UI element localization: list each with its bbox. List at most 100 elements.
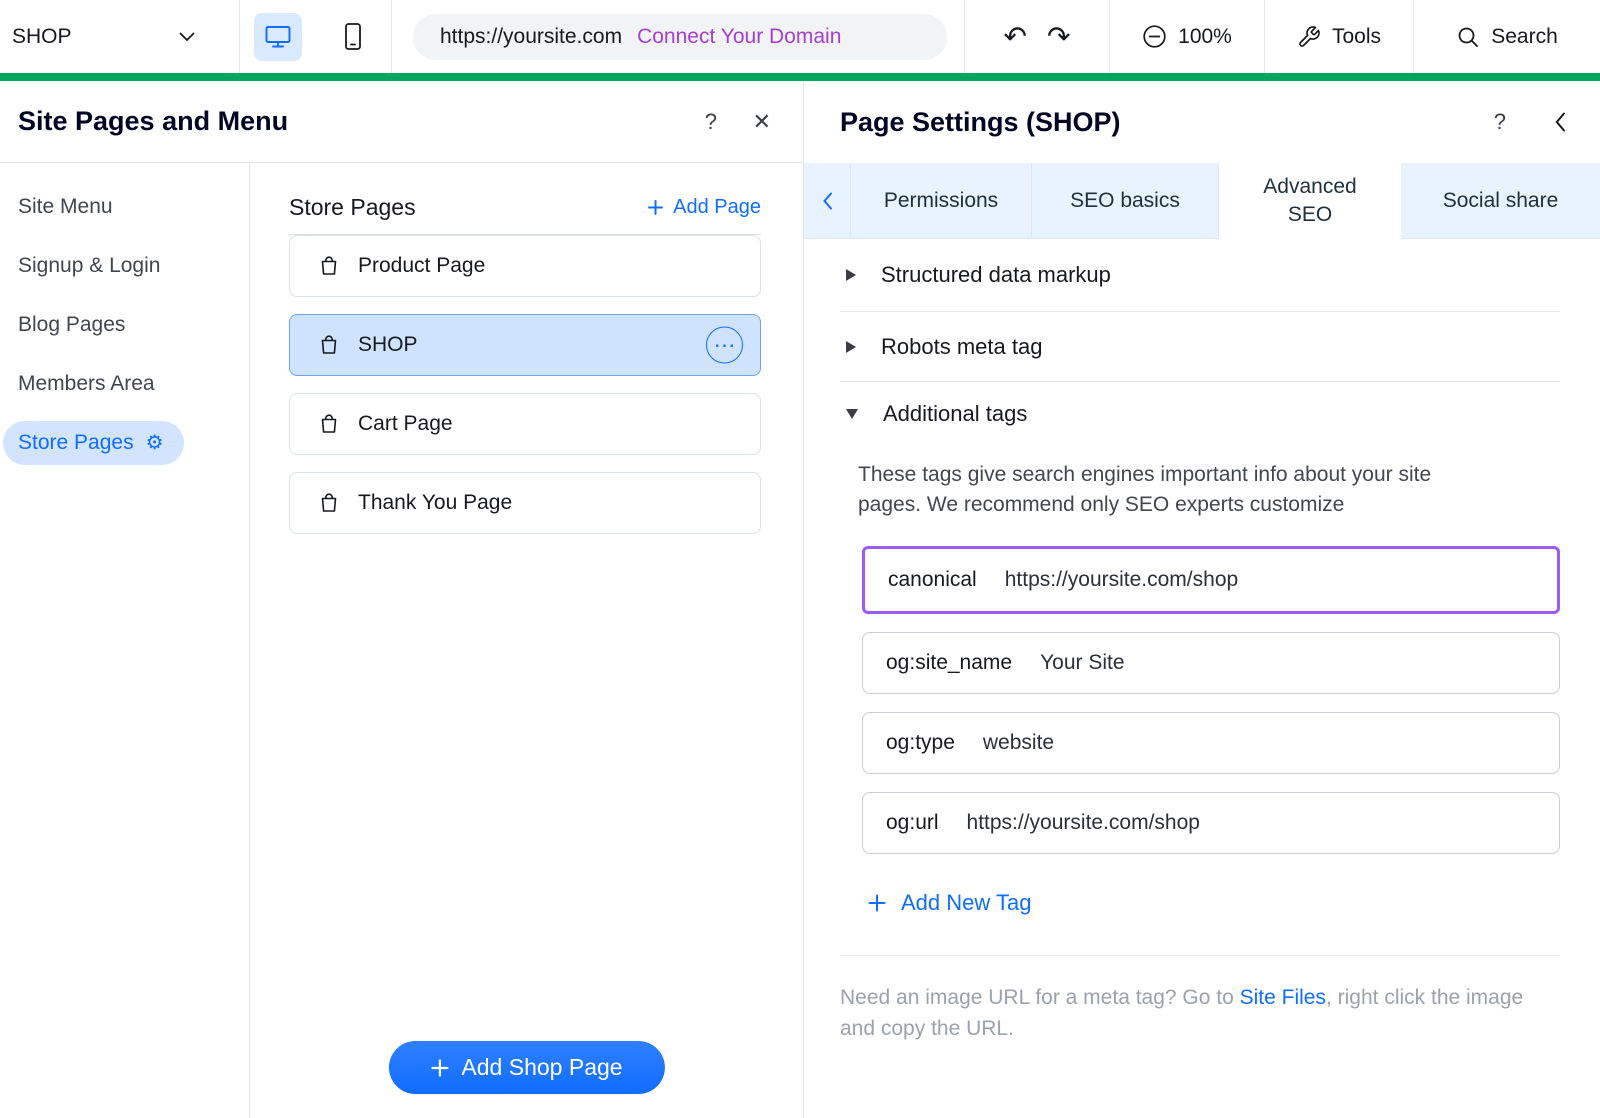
add-new-tag-label: Add New Tag [901,890,1031,916]
tag-value: website [983,731,1054,755]
device-toggle [240,0,392,73]
zoom-out-icon[interactable] [1142,24,1167,49]
help-icon[interactable]: ? [705,111,717,133]
close-icon[interactable]: ✕ [753,111,771,133]
redo-button[interactable]: ↷ [1047,23,1070,51]
tag-value: https://yoursite.com/shop [967,811,1200,835]
tag-name: og:url [886,811,939,835]
desktop-view-button[interactable] [254,13,302,61]
help-icon[interactable]: ? [1494,111,1506,133]
mobile-icon [343,22,363,51]
tab-seo-basics[interactable]: SEO basics [1032,163,1219,239]
sidebar-item-store-pages[interactable]: Store Pages ⚙ [0,413,249,472]
tag-field-og-site-name[interactable]: og:site_name Your Site [862,632,1560,694]
gear-icon[interactable]: ⚙ [146,433,164,453]
tab-label: Advanced SEO [1258,173,1362,229]
chevron-down-icon [179,32,195,42]
site-pages-panel-header: Site Pages and Menu ? ✕ [0,81,803,163]
desktop-icon [264,24,292,50]
tools-label: Tools [1332,25,1381,49]
undo-icon: ↶ [1004,21,1027,52]
tag-field-canonical[interactable]: canonical https://yoursite.com/shop [862,546,1560,614]
undo-button[interactable]: ↶ [1004,23,1027,51]
sidebar-item-blog-pages[interactable]: Blog Pages [0,295,249,354]
page-item-label: Product Page [358,254,485,278]
add-page-label: Add Page [673,196,761,219]
page-item-label: Thank You Page [358,491,512,515]
mobile-view-button[interactable] [329,13,377,61]
page-item-label: SHOP [358,333,418,357]
page-settings-header: Page Settings (SHOP) ? [804,81,1600,163]
shopping-bag-icon [317,333,341,357]
collapse-panel-button[interactable] [1554,112,1566,133]
tag-value: Your Site [1040,651,1124,675]
site-pages-panel: Site Pages and Menu ? ✕ Site Menu Signup… [0,81,804,1118]
tab-label: Permissions [884,189,998,213]
wrench-icon [1297,25,1321,49]
tag-field-og-type[interactable]: og:type website [862,712,1560,774]
page-item-thank-you-page[interactable]: Thank You Page [289,472,761,534]
site-url: https://yoursite.com [440,25,622,49]
add-page-button[interactable]: Add Page [648,196,761,219]
caret-right-icon [846,269,856,281]
tab-label: SEO basics [1070,189,1180,213]
url-section: https://yoursite.com Connect Your Domain [392,0,965,73]
section-robots-meta-tag[interactable]: Robots meta tag [804,312,1600,381]
sidebar-item-signup-login[interactable]: Signup & Login [0,236,249,295]
shopping-bag-icon [317,491,341,515]
top-toolbar: SHOP https://yoursite.com Connect Your D… [0,0,1600,73]
tag-name: og:type [886,731,955,755]
page-selector-dropdown[interactable]: SHOP [0,0,240,73]
sidebar-item-label: Signup & Login [18,254,160,278]
tag-value: https://yoursite.com/shop [1005,568,1238,592]
section-label: Robots meta tag [881,334,1042,360]
section-label: Structured data markup [881,262,1111,288]
tab-label: Social share [1443,189,1559,213]
page-item-cart-page[interactable]: Cart Page [289,393,761,455]
shopping-bag-icon [317,412,341,436]
chevron-left-icon [1554,112,1566,133]
search-button[interactable]: Search [1414,0,1600,73]
tab-permissions[interactable]: Permissions [851,163,1032,239]
page-settings-panel: Page Settings (SHOP) ? Permissions SEO b… [804,81,1600,1118]
site-files-link[interactable]: Site Files [1240,986,1326,1009]
settings-tabs: Permissions SEO basics Advanced SEO Soci… [804,163,1600,239]
tab-advanced-seo[interactable]: Advanced SEO [1219,163,1401,239]
site-url-bar[interactable]: https://yoursite.com Connect Your Domain [413,14,947,60]
sidebar-item-site-menu[interactable]: Site Menu [0,177,249,236]
more-options-button[interactable]: ⋯ [706,327,743,364]
add-new-tag-button[interactable]: Add New Tag [868,890,1031,916]
page-item-shop[interactable]: SHOP ⋯ [289,314,761,376]
caret-down-icon [846,409,858,419]
tools-button[interactable]: Tools [1265,0,1414,73]
tabs-scroll-left-button[interactable] [804,163,851,239]
tag-name: canonical [888,568,977,592]
section-label: Additional tags [883,401,1027,427]
add-shop-page-button[interactable]: Add Shop Page [388,1041,664,1094]
tag-name: og:site_name [886,651,1012,675]
pages-sidebar: Site Menu Signup & Login Blog Pages Memb… [0,163,250,1118]
store-pages-list-area: Store Pages Add Page Product Page SHOP ⋯… [250,163,803,1118]
store-pages-heading: Store Pages [289,194,416,221]
tab-social-share[interactable]: Social share [1401,163,1600,239]
store-pages-selected-pill[interactable]: Store Pages ⚙ [3,421,184,465]
search-label: Search [1491,25,1558,49]
add-shop-page-label: Add Shop Page [461,1054,622,1081]
connect-domain-link[interactable]: Connect Your Domain [637,25,841,49]
page-selector-label: SHOP [12,25,72,49]
redo-icon: ↷ [1047,21,1070,52]
zoom-control[interactable]: 100% [1110,0,1265,73]
shopping-bag-icon [317,254,341,278]
ellipsis-icon: ⋯ [714,334,736,356]
section-structured-data-markup[interactable]: Structured data markup [804,239,1600,311]
sidebar-item-label: Members Area [18,372,155,396]
section-additional-tags[interactable]: Additional tags [804,382,1600,446]
tag-field-og-url[interactable]: og:url https://yoursite.com/shop [862,792,1560,854]
zoom-level: 100% [1178,25,1232,49]
caret-right-icon [846,341,856,353]
sidebar-item-members-area[interactable]: Members Area [0,354,249,413]
page-item-product-page[interactable]: Product Page [289,235,761,297]
page-item-label: Cart Page [358,412,453,436]
plus-icon [648,200,663,215]
sidebar-item-label: Store Pages [18,431,134,455]
